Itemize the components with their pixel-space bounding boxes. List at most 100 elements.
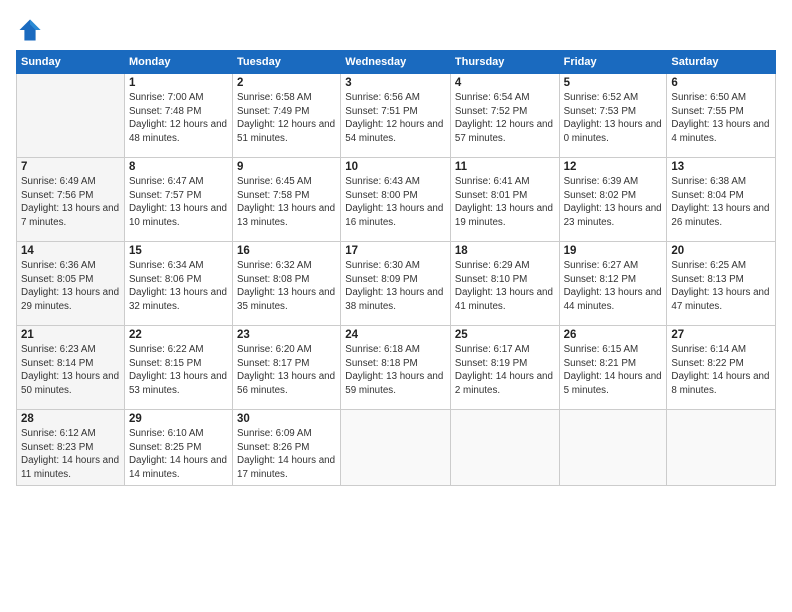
calendar-day-cell: 12 Sunrise: 6:39 AMSunset: 8:02 PMDayligh… [559, 158, 667, 242]
calendar-day-cell: 7 Sunrise: 6:49 AMSunset: 7:56 PMDaylight… [17, 158, 125, 242]
day-number: 6 [671, 77, 771, 89]
day-info: Sunrise: 6:58 AMSunset: 7:49 PMDaylight:… [237, 91, 336, 146]
day-info: Sunrise: 6:52 AMSunset: 7:53 PMDaylight:… [564, 91, 663, 146]
weekday-header: Wednesday [341, 51, 451, 74]
calendar-day-cell: 2 Sunrise: 6:58 AMSunset: 7:49 PMDaylight… [233, 74, 341, 158]
calendar-day-cell: 29 Sunrise: 6:10 AMSunset: 8:25 PMDayligh… [124, 410, 232, 486]
day-number: 17 [345, 245, 446, 257]
day-info: Sunrise: 6:12 AMSunset: 8:23 PMDaylight:… [21, 427, 120, 482]
day-number: 24 [345, 329, 446, 341]
day-info: Sunrise: 6:23 AMSunset: 8:14 PMDaylight:… [21, 343, 120, 398]
calendar-day-cell: 19 Sunrise: 6:27 AMSunset: 8:12 PMDayligh… [559, 242, 667, 326]
day-number: 22 [129, 329, 228, 341]
day-number: 26 [564, 329, 663, 341]
calendar-week-row: 28Sunrise: 6:12 AMSunset: 8:23 PMDayligh… [17, 410, 776, 486]
weekday-header: Saturday [667, 51, 776, 74]
weekday-header: Monday [124, 51, 232, 74]
day-number: 9 [237, 161, 336, 173]
calendar-table: SundayMondayTuesdayWednesdayThursdayFrid… [16, 50, 776, 486]
day-number: 3 [345, 77, 446, 89]
day-info: Sunrise: 6:43 AMSunset: 8:00 PMDaylight:… [345, 175, 446, 230]
calendar-day-cell: 25Sunrise: 6:17 AMSunset: 8:19 PMDayligh… [450, 326, 559, 410]
day-info: Sunrise: 6:41 AMSunset: 8:01 PMDaylight:… [455, 175, 555, 230]
calendar-header: SundayMondayTuesdayWednesdayThursdayFrid… [17, 51, 776, 74]
calendar-day-cell: 5 Sunrise: 6:52 AMSunset: 7:53 PMDaylight… [559, 74, 667, 158]
calendar-day-cell: 24 Sunrise: 6:18 AMSunset: 8:18 PMDayligh… [341, 326, 451, 410]
day-number: 5 [564, 77, 663, 89]
day-number: 14 [21, 245, 120, 257]
calendar-day-cell [667, 410, 776, 486]
day-number: 15 [129, 245, 228, 257]
calendar-day-cell: 6 Sunrise: 6:50 AMSunset: 7:55 PMDaylight… [667, 74, 776, 158]
calendar-day-cell: 9 Sunrise: 6:45 AMSunset: 7:58 PMDaylight… [233, 158, 341, 242]
day-info: Sunrise: 6:36 AMSunset: 8:05 PMDaylight:… [21, 259, 120, 314]
day-info: Sunrise: 6:32 AMSunset: 8:08 PMDaylight:… [237, 259, 336, 314]
day-info: Sunrise: 6:10 AMSunset: 8:25 PMDaylight:… [129, 427, 228, 482]
day-number: 19 [564, 245, 663, 257]
weekday-header: Tuesday [233, 51, 341, 74]
logo [16, 16, 48, 44]
day-number: 30 [237, 413, 336, 425]
day-number: 11 [455, 161, 555, 173]
calendar-day-cell: 23Sunrise: 6:20 AMSunset: 8:17 PMDayligh… [233, 326, 341, 410]
day-info: Sunrise: 6:18 AMSunset: 8:18 PMDaylight:… [345, 343, 446, 398]
calendar-week-row: 21 Sunrise: 6:23 AMSunset: 8:14 PMDayligh… [17, 326, 776, 410]
calendar-day-cell [559, 410, 667, 486]
day-info: Sunrise: 6:38 AMSunset: 8:04 PMDaylight:… [671, 175, 771, 230]
header [16, 16, 776, 44]
day-info: Sunrise: 6:25 AMSunset: 8:13 PMDaylight:… [671, 259, 771, 314]
day-info: Sunrise: 6:27 AMSunset: 8:12 PMDaylight:… [564, 259, 663, 314]
calendar-day-cell: 3 Sunrise: 6:56 AMSunset: 7:51 PMDaylight… [341, 74, 451, 158]
day-info: Sunrise: 6:56 AMSunset: 7:51 PMDaylight:… [345, 91, 446, 146]
weekday-row: SundayMondayTuesdayWednesdayThursdayFrid… [17, 51, 776, 74]
calendar-day-cell: 17 Sunrise: 6:30 AMSunset: 8:09 PMDayligh… [341, 242, 451, 326]
day-number: 29 [129, 413, 228, 425]
calendar-day-cell: 8 Sunrise: 6:47 AMSunset: 7:57 PMDaylight… [124, 158, 232, 242]
day-info: Sunrise: 6:14 AMSunset: 8:22 PMDaylight:… [671, 343, 771, 398]
calendar-day-cell: 18 Sunrise: 6:29 AMSunset: 8:10 PMDayligh… [450, 242, 559, 326]
calendar-week-row: 1Sunrise: 7:00 AMSunset: 7:48 PMDaylight… [17, 74, 776, 158]
day-info: Sunrise: 6:15 AMSunset: 8:21 PMDaylight:… [564, 343, 663, 398]
calendar-day-cell: 16 Sunrise: 6:32 AMSunset: 8:08 PMDayligh… [233, 242, 341, 326]
calendar-day-cell: 15 Sunrise: 6:34 AMSunset: 8:06 PMDayligh… [124, 242, 232, 326]
day-number: 7 [21, 161, 120, 173]
weekday-header: Sunday [17, 51, 125, 74]
day-number: 2 [237, 77, 336, 89]
calendar-body: 1Sunrise: 7:00 AMSunset: 7:48 PMDaylight… [17, 74, 776, 486]
day-info: Sunrise: 7:00 AMSunset: 7:48 PMDaylight:… [129, 91, 228, 146]
day-number: 21 [21, 329, 120, 341]
day-info: Sunrise: 6:47 AMSunset: 7:57 PMDaylight:… [129, 175, 228, 230]
day-info: Sunrise: 6:54 AMSunset: 7:52 PMDaylight:… [455, 91, 555, 146]
day-number: 12 [564, 161, 663, 173]
day-number: 23 [237, 329, 336, 341]
day-info: Sunrise: 6:49 AMSunset: 7:56 PMDaylight:… [21, 175, 120, 230]
day-info: Sunrise: 6:34 AMSunset: 8:06 PMDaylight:… [129, 259, 228, 314]
day-info: Sunrise: 6:09 AMSunset: 8:26 PMDaylight:… [237, 427, 336, 482]
calendar-week-row: 14 Sunrise: 6:36 AMSunset: 8:05 PMDayligh… [17, 242, 776, 326]
day-number: 27 [671, 329, 771, 341]
day-number: 8 [129, 161, 228, 173]
calendar-container: SundayMondayTuesdayWednesdayThursdayFrid… [0, 0, 792, 612]
day-number: 18 [455, 245, 555, 257]
calendar-day-cell [17, 74, 125, 158]
calendar-day-cell: 1Sunrise: 7:00 AMSunset: 7:48 PMDaylight… [124, 74, 232, 158]
calendar-day-cell: 28Sunrise: 6:12 AMSunset: 8:23 PMDayligh… [17, 410, 125, 486]
day-number: 16 [237, 245, 336, 257]
day-info: Sunrise: 6:30 AMSunset: 8:09 PMDaylight:… [345, 259, 446, 314]
calendar-day-cell: 10Sunrise: 6:43 AMSunset: 8:00 PMDayligh… [341, 158, 451, 242]
weekday-header: Thursday [450, 51, 559, 74]
calendar-day-cell: 27 Sunrise: 6:14 AMSunset: 8:22 PMDayligh… [667, 326, 776, 410]
day-info: Sunrise: 6:50 AMSunset: 7:55 PMDaylight:… [671, 91, 771, 146]
day-info: Sunrise: 6:22 AMSunset: 8:15 PMDaylight:… [129, 343, 228, 398]
calendar-day-cell: 30 Sunrise: 6:09 AMSunset: 8:26 PMDayligh… [233, 410, 341, 486]
calendar-week-row: 7 Sunrise: 6:49 AMSunset: 7:56 PMDaylight… [17, 158, 776, 242]
day-info: Sunrise: 6:39 AMSunset: 8:02 PMDaylight:… [564, 175, 663, 230]
day-info: Sunrise: 6:45 AMSunset: 7:58 PMDaylight:… [237, 175, 336, 230]
day-number: 4 [455, 77, 555, 89]
calendar-day-cell: 26 Sunrise: 6:15 AMSunset: 8:21 PMDayligh… [559, 326, 667, 410]
calendar-day-cell: 21 Sunrise: 6:23 AMSunset: 8:14 PMDayligh… [17, 326, 125, 410]
day-info: Sunrise: 6:17 AMSunset: 8:19 PMDaylight:… [455, 343, 555, 398]
calendar-day-cell: 13 Sunrise: 6:38 AMSunset: 8:04 PMDayligh… [667, 158, 776, 242]
day-number: 13 [671, 161, 771, 173]
day-info: Sunrise: 6:29 AMSunset: 8:10 PMDaylight:… [455, 259, 555, 314]
